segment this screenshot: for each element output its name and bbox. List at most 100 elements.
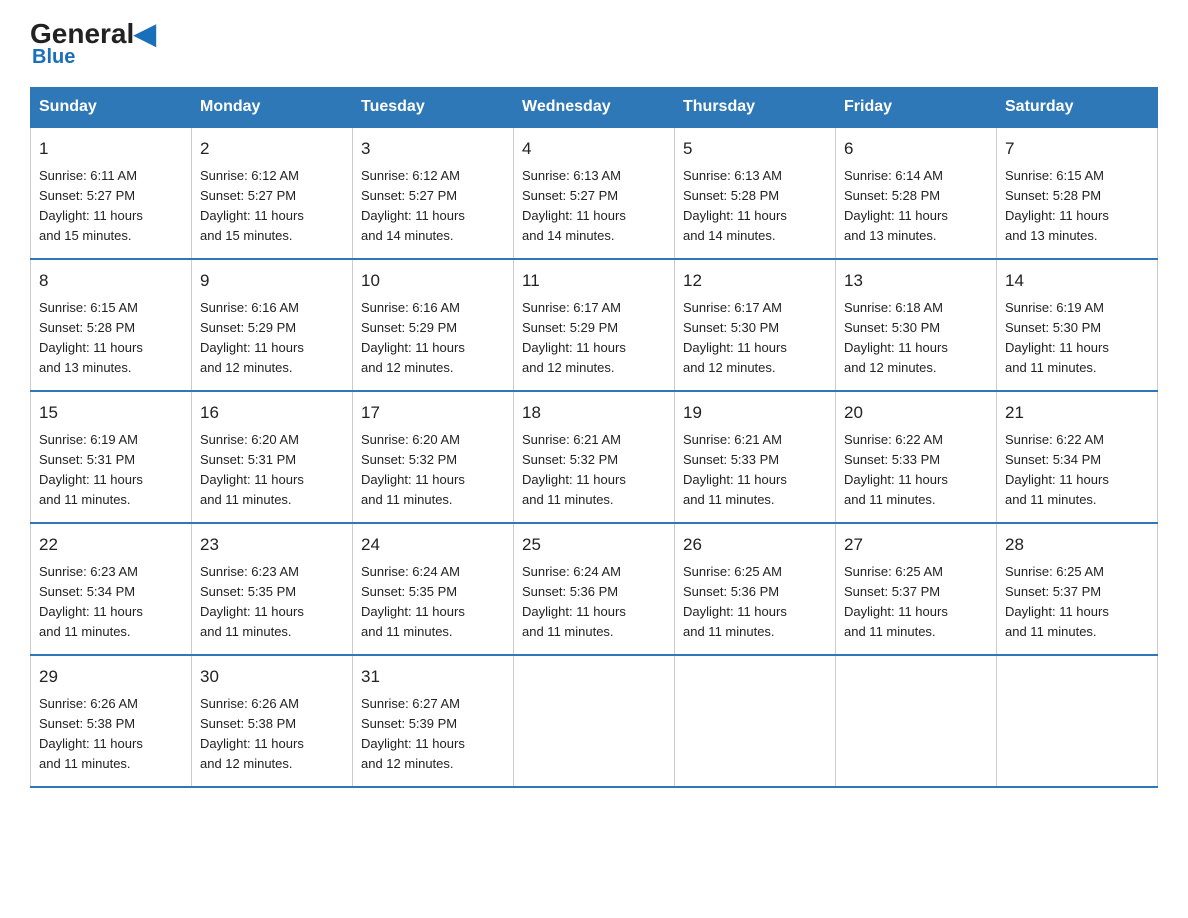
calendar-week-row: 1 Sunrise: 6:11 AM Sunset: 5:27 PM Dayli… bbox=[31, 127, 1158, 259]
weekday-header-wednesday: Wednesday bbox=[514, 88, 675, 128]
day-info: Sunrise: 6:25 AM Sunset: 5:37 PM Dayligh… bbox=[844, 562, 988, 643]
day-info: Sunrise: 6:20 AM Sunset: 5:31 PM Dayligh… bbox=[200, 430, 344, 511]
day-cell-24: 24 Sunrise: 6:24 AM Sunset: 5:35 PM Dayl… bbox=[353, 523, 514, 655]
day-info: Sunrise: 6:24 AM Sunset: 5:36 PM Dayligh… bbox=[522, 562, 666, 643]
page-header: General◀ Blue bbox=[30, 20, 1158, 69]
day-cell-6: 6 Sunrise: 6:14 AM Sunset: 5:28 PM Dayli… bbox=[836, 127, 997, 259]
day-info: Sunrise: 6:11 AM Sunset: 5:27 PM Dayligh… bbox=[39, 166, 183, 247]
day-number: 30 bbox=[200, 664, 344, 690]
weekday-header-saturday: Saturday bbox=[997, 88, 1158, 128]
day-cell-23: 23 Sunrise: 6:23 AM Sunset: 5:35 PM Dayl… bbox=[192, 523, 353, 655]
day-cell-21: 21 Sunrise: 6:22 AM Sunset: 5:34 PM Dayl… bbox=[997, 391, 1158, 523]
day-number: 28 bbox=[1005, 532, 1149, 558]
weekday-header-row: SundayMondayTuesdayWednesdayThursdayFrid… bbox=[31, 88, 1158, 128]
day-info: Sunrise: 6:15 AM Sunset: 5:28 PM Dayligh… bbox=[1005, 166, 1149, 247]
day-info: Sunrise: 6:16 AM Sunset: 5:29 PM Dayligh… bbox=[200, 298, 344, 379]
day-number: 31 bbox=[361, 664, 505, 690]
calendar-week-row: 8 Sunrise: 6:15 AM Sunset: 5:28 PM Dayli… bbox=[31, 259, 1158, 391]
weekday-header-friday: Friday bbox=[836, 88, 997, 128]
day-number: 27 bbox=[844, 532, 988, 558]
day-cell-7: 7 Sunrise: 6:15 AM Sunset: 5:28 PM Dayli… bbox=[997, 127, 1158, 259]
day-cell-11: 11 Sunrise: 6:17 AM Sunset: 5:29 PM Dayl… bbox=[514, 259, 675, 391]
day-cell-22: 22 Sunrise: 6:23 AM Sunset: 5:34 PM Dayl… bbox=[31, 523, 192, 655]
day-cell-10: 10 Sunrise: 6:16 AM Sunset: 5:29 PM Dayl… bbox=[353, 259, 514, 391]
day-number: 23 bbox=[200, 532, 344, 558]
day-number: 11 bbox=[522, 268, 666, 294]
weekday-header-monday: Monday bbox=[192, 88, 353, 128]
day-info: Sunrise: 6:20 AM Sunset: 5:32 PM Dayligh… bbox=[361, 430, 505, 511]
day-number: 7 bbox=[1005, 136, 1149, 162]
day-info: Sunrise: 6:25 AM Sunset: 5:37 PM Dayligh… bbox=[1005, 562, 1149, 643]
day-cell-20: 20 Sunrise: 6:22 AM Sunset: 5:33 PM Dayl… bbox=[836, 391, 997, 523]
empty-day-cell bbox=[675, 655, 836, 787]
day-info: Sunrise: 6:21 AM Sunset: 5:32 PM Dayligh… bbox=[522, 430, 666, 511]
day-cell-14: 14 Sunrise: 6:19 AM Sunset: 5:30 PM Dayl… bbox=[997, 259, 1158, 391]
day-cell-19: 19 Sunrise: 6:21 AM Sunset: 5:33 PM Dayl… bbox=[675, 391, 836, 523]
day-number: 20 bbox=[844, 400, 988, 426]
day-info: Sunrise: 6:17 AM Sunset: 5:29 PM Dayligh… bbox=[522, 298, 666, 379]
day-number: 24 bbox=[361, 532, 505, 558]
day-cell-15: 15 Sunrise: 6:19 AM Sunset: 5:31 PM Dayl… bbox=[31, 391, 192, 523]
weekday-header-thursday: Thursday bbox=[675, 88, 836, 128]
calendar-table: SundayMondayTuesdayWednesdayThursdayFrid… bbox=[30, 87, 1158, 788]
logo-blue: Blue bbox=[32, 46, 75, 69]
day-info: Sunrise: 6:17 AM Sunset: 5:30 PM Dayligh… bbox=[683, 298, 827, 379]
day-info: Sunrise: 6:24 AM Sunset: 5:35 PM Dayligh… bbox=[361, 562, 505, 643]
day-cell-8: 8 Sunrise: 6:15 AM Sunset: 5:28 PM Dayli… bbox=[31, 259, 192, 391]
day-cell-2: 2 Sunrise: 6:12 AM Sunset: 5:27 PM Dayli… bbox=[192, 127, 353, 259]
day-number: 9 bbox=[200, 268, 344, 294]
day-info: Sunrise: 6:27 AM Sunset: 5:39 PM Dayligh… bbox=[361, 694, 505, 775]
day-number: 25 bbox=[522, 532, 666, 558]
empty-day-cell bbox=[836, 655, 997, 787]
day-info: Sunrise: 6:18 AM Sunset: 5:30 PM Dayligh… bbox=[844, 298, 988, 379]
day-number: 19 bbox=[683, 400, 827, 426]
day-number: 4 bbox=[522, 136, 666, 162]
empty-day-cell bbox=[997, 655, 1158, 787]
day-number: 10 bbox=[361, 268, 505, 294]
day-info: Sunrise: 6:22 AM Sunset: 5:33 PM Dayligh… bbox=[844, 430, 988, 511]
day-number: 2 bbox=[200, 136, 344, 162]
day-number: 14 bbox=[1005, 268, 1149, 294]
day-cell-29: 29 Sunrise: 6:26 AM Sunset: 5:38 PM Dayl… bbox=[31, 655, 192, 787]
day-number: 5 bbox=[683, 136, 827, 162]
day-cell-5: 5 Sunrise: 6:13 AM Sunset: 5:28 PM Dayli… bbox=[675, 127, 836, 259]
day-info: Sunrise: 6:21 AM Sunset: 5:33 PM Dayligh… bbox=[683, 430, 827, 511]
day-cell-17: 17 Sunrise: 6:20 AM Sunset: 5:32 PM Dayl… bbox=[353, 391, 514, 523]
day-number: 1 bbox=[39, 136, 183, 162]
logo: General◀ Blue bbox=[30, 20, 156, 69]
day-number: 6 bbox=[844, 136, 988, 162]
day-number: 15 bbox=[39, 400, 183, 426]
day-cell-1: 1 Sunrise: 6:11 AM Sunset: 5:27 PM Dayli… bbox=[31, 127, 192, 259]
day-cell-9: 9 Sunrise: 6:16 AM Sunset: 5:29 PM Dayli… bbox=[192, 259, 353, 391]
empty-day-cell bbox=[514, 655, 675, 787]
day-info: Sunrise: 6:14 AM Sunset: 5:28 PM Dayligh… bbox=[844, 166, 988, 247]
day-number: 21 bbox=[1005, 400, 1149, 426]
day-number: 12 bbox=[683, 268, 827, 294]
day-number: 18 bbox=[522, 400, 666, 426]
day-cell-30: 30 Sunrise: 6:26 AM Sunset: 5:38 PM Dayl… bbox=[192, 655, 353, 787]
day-number: 3 bbox=[361, 136, 505, 162]
weekday-header-sunday: Sunday bbox=[31, 88, 192, 128]
day-cell-31: 31 Sunrise: 6:27 AM Sunset: 5:39 PM Dayl… bbox=[353, 655, 514, 787]
calendar-week-row: 29 Sunrise: 6:26 AM Sunset: 5:38 PM Dayl… bbox=[31, 655, 1158, 787]
day-cell-3: 3 Sunrise: 6:12 AM Sunset: 5:27 PM Dayli… bbox=[353, 127, 514, 259]
day-cell-4: 4 Sunrise: 6:13 AM Sunset: 5:27 PM Dayli… bbox=[514, 127, 675, 259]
calendar-week-row: 22 Sunrise: 6:23 AM Sunset: 5:34 PM Dayl… bbox=[31, 523, 1158, 655]
day-info: Sunrise: 6:15 AM Sunset: 5:28 PM Dayligh… bbox=[39, 298, 183, 379]
day-cell-12: 12 Sunrise: 6:17 AM Sunset: 5:30 PM Dayl… bbox=[675, 259, 836, 391]
day-info: Sunrise: 6:13 AM Sunset: 5:27 PM Dayligh… bbox=[522, 166, 666, 247]
day-cell-16: 16 Sunrise: 6:20 AM Sunset: 5:31 PM Dayl… bbox=[192, 391, 353, 523]
day-info: Sunrise: 6:22 AM Sunset: 5:34 PM Dayligh… bbox=[1005, 430, 1149, 511]
day-info: Sunrise: 6:26 AM Sunset: 5:38 PM Dayligh… bbox=[200, 694, 344, 775]
day-info: Sunrise: 6:12 AM Sunset: 5:27 PM Dayligh… bbox=[361, 166, 505, 247]
day-cell-28: 28 Sunrise: 6:25 AM Sunset: 5:37 PM Dayl… bbox=[997, 523, 1158, 655]
day-info: Sunrise: 6:19 AM Sunset: 5:31 PM Dayligh… bbox=[39, 430, 183, 511]
day-cell-27: 27 Sunrise: 6:25 AM Sunset: 5:37 PM Dayl… bbox=[836, 523, 997, 655]
day-number: 29 bbox=[39, 664, 183, 690]
day-cell-13: 13 Sunrise: 6:18 AM Sunset: 5:30 PM Dayl… bbox=[836, 259, 997, 391]
day-number: 26 bbox=[683, 532, 827, 558]
day-cell-26: 26 Sunrise: 6:25 AM Sunset: 5:36 PM Dayl… bbox=[675, 523, 836, 655]
day-number: 13 bbox=[844, 268, 988, 294]
day-info: Sunrise: 6:26 AM Sunset: 5:38 PM Dayligh… bbox=[39, 694, 183, 775]
day-info: Sunrise: 6:19 AM Sunset: 5:30 PM Dayligh… bbox=[1005, 298, 1149, 379]
